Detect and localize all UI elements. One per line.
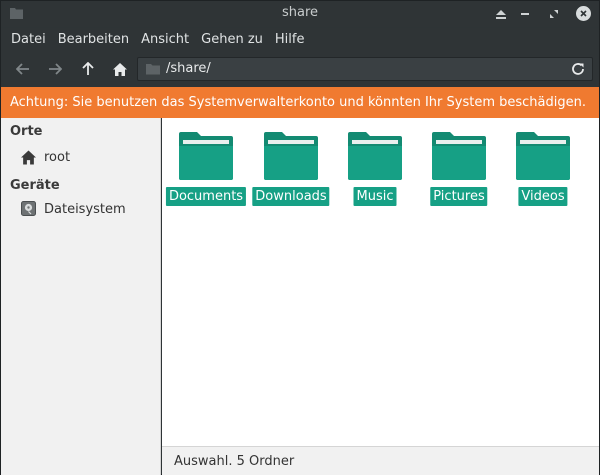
menu-bearbeiten[interactable]: Bearbeiten [52,28,135,52]
sidebar-item-label: Dateisystem [44,202,126,217]
file-view[interactable]: Documents Downloads Music Pictures Video… [162,118,599,446]
menu-datei[interactable]: Datei [5,28,52,52]
status-bar: Auswahl. 5 Ordner [162,446,599,475]
title-bar: share [1,1,599,27]
folder-item[interactable]: Documents [165,132,247,214]
sidebar-item-dateisystem[interactable]: Dateisystem [1,198,160,222]
root-warning-banner: Achtung: Sie benutzen das Systemverwalte… [1,87,599,118]
devices-header: Geräte [10,178,60,193]
reload-icon[interactable] [570,61,586,77]
home-icon [113,62,127,76]
folder-icon [179,132,233,180]
sidebar-item-root[interactable]: root [1,146,160,170]
location-path[interactable]: /share/ [166,61,211,76]
home-icon [21,150,36,165]
eject-icon[interactable] [492,5,510,23]
folder-icon [348,132,402,180]
sidebar: Orte root Geräte Dateisystem [1,118,161,475]
menu-ansicht[interactable]: Ansicht [135,28,195,52]
places-header: Orte [10,124,43,139]
folder-item[interactable]: Videos [507,132,579,214]
folder-item[interactable]: Music [339,132,411,214]
menu-bar: Datei Bearbeiten Ansicht Gehen zu Hilfe [1,28,599,52]
maximize-button[interactable] [545,5,563,23]
location-bar[interactable]: /share/ [137,57,593,81]
up-button[interactable] [76,57,100,81]
folder-label: Music [353,187,397,206]
folder-label: Documents [165,187,247,206]
back-button[interactable] [11,57,35,81]
folder-icon [432,132,486,180]
file-manager-window: share Datei Bearbeiten Ansicht Gehen zu … [0,0,600,475]
menu-hilfe[interactable]: Hilfe [269,28,311,52]
minimize-button[interactable] [516,5,534,23]
close-button[interactable] [576,6,591,21]
folder-item[interactable]: Downloads [252,132,330,214]
arrow-up-icon [82,62,94,75]
arrow-left-icon [16,63,29,75]
folder-label: Downloads [252,187,330,206]
folder-icon [146,64,160,75]
folder-icon [516,132,570,180]
folder-label: Pictures [430,187,488,206]
arrow-right-icon [49,63,62,75]
sidebar-item-label: root [44,150,71,165]
folder-label: Videos [518,187,568,206]
status-text: Auswahl. 5 Ordner [174,454,295,469]
home-button[interactable] [108,57,132,81]
drive-icon [21,201,36,216]
folder-icon [264,132,318,180]
menu-gehen-zu[interactable]: Gehen zu [195,28,269,52]
forward-button[interactable] [43,57,67,81]
folder-item[interactable]: Pictures [423,132,495,214]
